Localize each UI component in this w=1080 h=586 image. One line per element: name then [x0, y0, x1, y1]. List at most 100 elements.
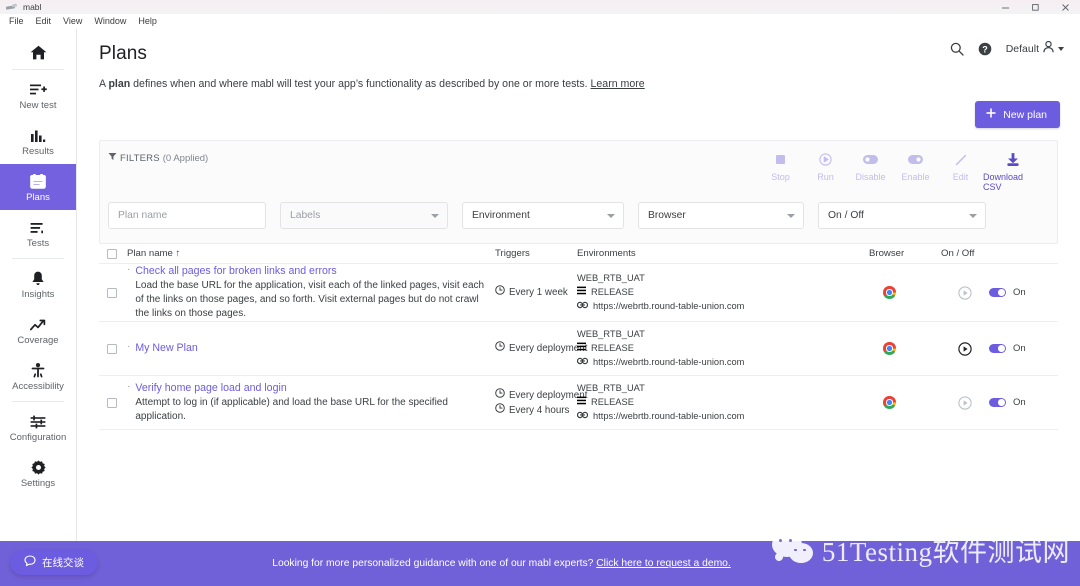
- table-row: · Verify home page load and login Attemp…: [99, 376, 1058, 430]
- stop-button[interactable]: Stop: [758, 152, 803, 192]
- request-demo-link[interactable]: Click here to request a demo.: [596, 558, 731, 569]
- url-label[interactable]: https://webrtb.round-table-union.com: [593, 355, 744, 369]
- row-triggers: Every 1 week: [495, 285, 577, 300]
- filters-toggle[interactable]: FILTERS (0 Applied): [108, 152, 208, 164]
- url-line: https://webrtb.round-table-union.com: [576, 299, 869, 313]
- sidebar-item-insights[interactable]: Insights: [0, 261, 76, 307]
- column-on-off: On / Off: [941, 248, 975, 259]
- browser-select[interactable]: Browser: [638, 202, 804, 229]
- account-menu[interactable]: Default: [1006, 40, 1064, 56]
- clock-icon: [495, 387, 505, 403]
- browser-value: Browser: [648, 210, 686, 221]
- row-triggers: Every deployment Every 4 hours: [495, 387, 587, 418]
- column-plan-name[interactable]: Plan name ↑: [127, 248, 495, 259]
- page-description: A plan defines when and where mabl will …: [99, 77, 1060, 91]
- menu-file[interactable]: File: [3, 14, 30, 28]
- column-triggers: Triggers: [495, 248, 530, 259]
- sidebar-item-configuration[interactable]: Configuration: [0, 404, 76, 450]
- trigger-item: Every 1 week: [495, 285, 577, 300]
- enabled-toggle[interactable]: [989, 344, 1006, 353]
- sidebar-item-tests[interactable]: Tests: [0, 210, 76, 256]
- plans-icon: [30, 171, 46, 189]
- sidebar: New test Results Plans Tests Insights Co…: [0, 29, 77, 586]
- learn-more-link[interactable]: Learn more: [591, 78, 645, 90]
- enable-button[interactable]: Enable: [893, 152, 938, 192]
- chevron-down-icon: [1058, 46, 1064, 51]
- results-icon: [30, 125, 46, 143]
- select-all-checkbox[interactable]: [107, 248, 117, 259]
- row-dot: ·: [127, 341, 131, 352]
- plan-name-link[interactable]: My New Plan: [135, 341, 197, 356]
- desc-rest: defines when and where mabl will test yo…: [130, 78, 591, 90]
- run-button[interactable]: Run: [803, 152, 848, 192]
- environment-name: WEB_RTB_UAT: [577, 329, 645, 339]
- menu-window[interactable]: Window: [88, 14, 132, 28]
- enabled-toggle[interactable]: [989, 288, 1006, 297]
- menu-view[interactable]: View: [57, 14, 88, 28]
- trigger-label: Every 4 hours: [509, 404, 570, 416]
- chat-widget-label: 在线交谈: [42, 557, 84, 569]
- close-icon[interactable]: [1050, 0, 1080, 14]
- sidebar-item-label: Coverage: [17, 335, 59, 346]
- plan-name-link[interactable]: Check all pages for broken links and err…: [135, 264, 495, 279]
- row-checkbox[interactable]: [107, 343, 117, 354]
- release-label: RELEASE: [591, 343, 634, 353]
- disable-label: Disable: [855, 172, 886, 182]
- url-line: https://webrtb.round-table-union.com: [576, 355, 869, 369]
- menu-edit[interactable]: Edit: [30, 14, 58, 28]
- desc-bold: plan: [108, 78, 131, 90]
- url-label[interactable]: https://webrtb.round-table-union.com: [593, 409, 744, 423]
- toggle-off-icon: [863, 152, 878, 167]
- row-run-button[interactable]: [941, 341, 989, 356]
- row-run-button[interactable]: [941, 285, 989, 300]
- search-icon[interactable]: [950, 42, 964, 56]
- sidebar-item-results[interactable]: Results: [0, 118, 76, 164]
- plan-name-link[interactable]: Verify home page load and login: [135, 381, 495, 396]
- window-titlebar: mabl: [0, 0, 1080, 14]
- environment-select[interactable]: Environment: [462, 202, 624, 229]
- sidebar-divider: [12, 401, 64, 402]
- labels-select[interactable]: Labels: [280, 202, 448, 229]
- release-line: RELEASE: [577, 395, 869, 409]
- row-run-button[interactable]: [941, 395, 989, 410]
- new-plan-button[interactable]: New plan: [975, 101, 1060, 128]
- app-window: mabl File Edit View Window Help New test…: [0, 0, 1080, 586]
- sidebar-item-home[interactable]: [0, 35, 76, 67]
- sidebar-item-coverage[interactable]: Coverage: [0, 307, 76, 353]
- sidebar-item-new-test[interactable]: New test: [0, 72, 76, 118]
- row-checkbox[interactable]: [107, 397, 117, 408]
- labels-placeholder: Labels: [290, 210, 321, 221]
- trigger-item: Every deployment: [495, 341, 587, 356]
- filters-panel: FILTERS (0 Applied) Stop Run Disable Ena…: [99, 140, 1058, 244]
- sidebar-item-plans[interactable]: Plans: [0, 164, 76, 210]
- sidebar-item-settings[interactable]: Settings: [0, 450, 76, 496]
- sidebar-item-accessibility[interactable]: Accessibility: [0, 353, 76, 399]
- row-browser: [869, 396, 941, 409]
- toggle-on-icon: [908, 152, 923, 167]
- enabled-toggle[interactable]: [989, 398, 1006, 407]
- trigger-label: Every deployment: [509, 389, 588, 401]
- environment-name: WEB_RTB_UAT: [577, 273, 645, 283]
- download-icon: [1007, 152, 1019, 167]
- download-csv-button[interactable]: Download CSV: [983, 152, 1043, 192]
- list-icon: [577, 395, 586, 409]
- plan-name-placeholder: Plan name: [118, 210, 168, 221]
- url-label[interactable]: https://webrtb.round-table-union.com: [593, 299, 744, 313]
- table-row: · Check all pages for broken links and e…: [99, 264, 1058, 322]
- maximize-icon[interactable]: [1020, 0, 1050, 14]
- insights-icon: [31, 268, 45, 286]
- row-checkbox[interactable]: [107, 287, 117, 298]
- edit-button[interactable]: Edit: [938, 152, 983, 192]
- disable-button[interactable]: Disable: [848, 152, 893, 192]
- help-circle-icon[interactable]: ?: [978, 42, 992, 56]
- accessibility-icon: [31, 360, 45, 378]
- plans-table: Plan name ↑ Triggers Environments Browse…: [99, 244, 1058, 430]
- titlebar-app: mabl: [0, 2, 41, 12]
- menu-help[interactable]: Help: [132, 14, 163, 28]
- menu-bar: File Edit View Window Help: [0, 14, 1080, 29]
- minimize-icon[interactable]: [990, 0, 1020, 14]
- plan-name-input[interactable]: Plan name: [108, 202, 266, 229]
- sidebar-item-label: Plans: [26, 192, 50, 203]
- on-off-select[interactable]: On / Off: [818, 202, 986, 229]
- chat-widget-button[interactable]: 在线交谈: [10, 550, 98, 575]
